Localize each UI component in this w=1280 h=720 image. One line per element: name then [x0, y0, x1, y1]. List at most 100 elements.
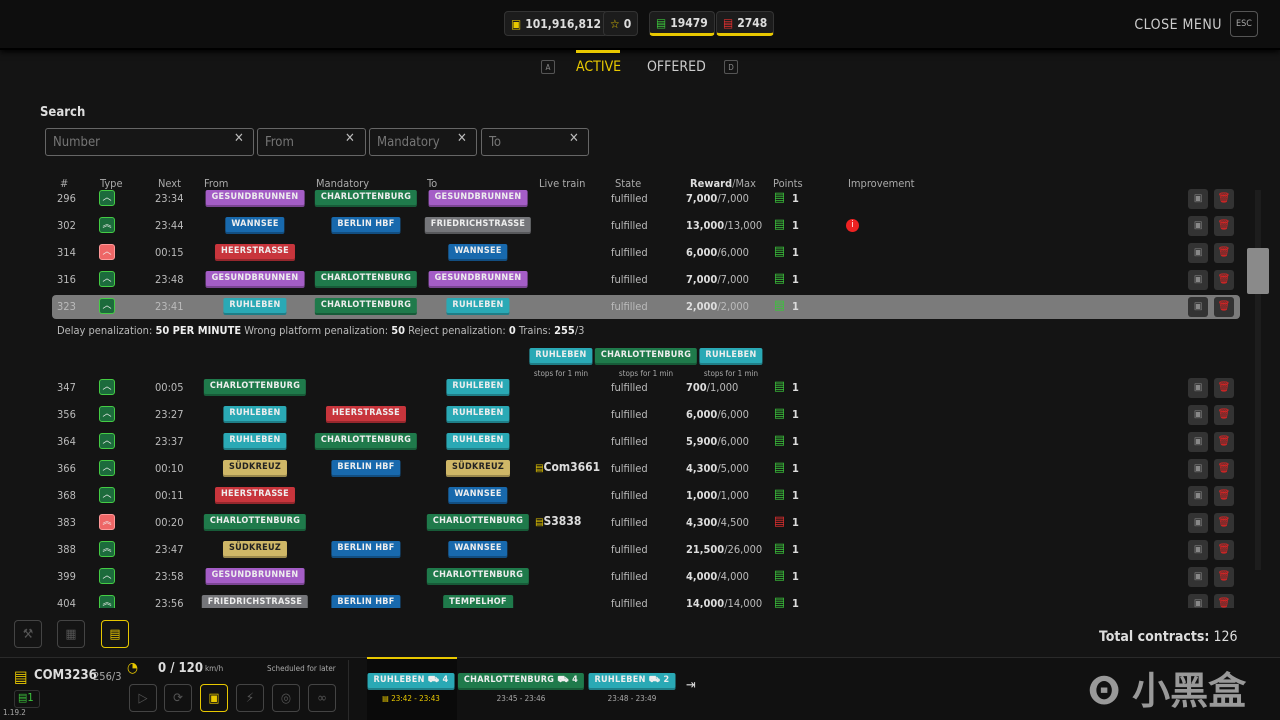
station-tag[interactable]: Charlottenburg — [314, 433, 418, 450]
contracts-book-icon[interactable]: ▤ — [101, 620, 129, 648]
calendar-icon[interactable]: ▣ — [1188, 378, 1208, 398]
calendar-icon[interactable]: ▣ — [1188, 243, 1208, 263]
station-tag[interactable]: Ruhleben — [446, 406, 510, 423]
station-tag[interactable]: Ruhleben — [223, 433, 287, 450]
calendar-icon[interactable]: ▣ — [1188, 216, 1208, 236]
station-tag[interactable]: Berlin HBF — [331, 460, 401, 477]
station-tag[interactable]: Südkreuz — [445, 460, 511, 477]
trash-icon[interactable]: 🗑 — [1214, 540, 1234, 560]
calendar-icon[interactable]: ▣ — [1188, 270, 1208, 290]
calendar-icon[interactable]: ▣ — [1188, 405, 1208, 425]
station-tag[interactable]: Heerstraße — [214, 487, 296, 504]
station-tag[interactable]: Südkreuz — [222, 460, 288, 477]
tab-offered[interactable]: OFFERED — [647, 59, 706, 75]
link-icon[interactable]: ∞ — [308, 684, 336, 712]
esc-key[interactable]: ESC — [1230, 11, 1258, 37]
trash-icon[interactable]: 🗑 — [1214, 432, 1234, 452]
clear-number-icon[interactable]: ✕ — [234, 131, 244, 146]
close-menu-button[interactable]: CLOSE MENU — [1134, 17, 1222, 33]
train-stop[interactable]: Ruhleben ⛟ 4 ▤ 23:42 - 23:43 — [367, 672, 455, 703]
calendar-icon[interactable]: ▣ — [1188, 297, 1208, 317]
contract-row[interactable]: 399 ︿ 23:58 Gesundbrunnen Charlottenburg … — [52, 565, 1240, 589]
trash-icon[interactable]: 🗑 — [1214, 486, 1234, 506]
live-train[interactable]: ▤S3838 — [535, 514, 581, 528]
green-trains-counter[interactable]: ▤ 19479 — [649, 11, 715, 36]
train-stop[interactable]: Charlottenburg ⛟ 4 23:45 - 23:46 — [457, 672, 585, 703]
calendar-icon[interactable]: ▣ — [1188, 567, 1208, 587]
calendar-icon[interactable]: ▣ — [1188, 432, 1208, 452]
station-tag[interactable]: Gesundbrunnen — [428, 190, 528, 207]
trash-icon[interactable]: 🗑 — [1214, 216, 1234, 236]
station-tag[interactable]: Gesundbrunnen — [428, 271, 528, 288]
trash-icon[interactable]: 🗑 — [1214, 270, 1234, 290]
station-tag[interactable]: Wannsee — [448, 541, 508, 558]
number-input[interactable] — [45, 128, 254, 156]
tab-active[interactable]: ACTIVE — [576, 59, 621, 75]
trash-icon[interactable]: 🗑 — [1214, 297, 1234, 317]
station-tag[interactable]: Südkreuz — [222, 541, 288, 558]
station-tag[interactable]: Charlottenburg — [314, 190, 418, 207]
station-tag[interactable]: Ruhleben — [529, 348, 593, 365]
station-tag[interactable]: Wannsee — [448, 244, 508, 261]
calendar-icon[interactable]: ▣ — [1188, 189, 1208, 209]
contract-row[interactable]: 364 ︿ 23:37 Ruhleben Charlottenburg Ruhleb… — [52, 430, 1240, 454]
station-tag[interactable]: Charlottenburg — [314, 298, 418, 315]
contract-row[interactable]: 296 ︿ 23:34 Gesundbrunnen Charlottenburg G… — [52, 187, 1240, 211]
scrollbar-thumb[interactable] — [1247, 248, 1269, 294]
station-tag[interactable]: Gesundbrunnen — [205, 271, 305, 288]
station-tag[interactable]: Berlin HBF — [331, 541, 401, 558]
contract-row[interactable]: 356 ︿ 23:27 Ruhleben Heerstraße Ruhleben f… — [52, 403, 1240, 427]
station-tag[interactable]: Wannsee — [448, 487, 508, 504]
contract-row[interactable]: 388 ︽ 23:47 Südkreuz Berlin HBF Wannsee fu… — [52, 538, 1240, 562]
construction-icon[interactable]: ⚒ — [14, 620, 42, 648]
chip-icon[interactable]: ▦ — [57, 620, 85, 648]
trash-icon[interactable]: 🗑 — [1214, 567, 1234, 587]
skip-to-end-icon[interactable]: ⇥ — [686, 678, 696, 693]
trash-icon[interactable]: 🗑 — [1214, 243, 1234, 263]
contract-row[interactable]: 368 ︿ 00:11 HeerstraßeWannsee fulfilled … — [52, 484, 1240, 508]
contract-row[interactable]: 366 ︿ 00:10 Südkreuz Berlin HBF Südkreuz ▤… — [52, 457, 1240, 481]
clear-mandatory-icon[interactable]: ✕ — [457, 131, 467, 146]
clear-from-icon[interactable]: ✕ — [345, 131, 355, 146]
trash-icon[interactable]: 🗑 — [1214, 459, 1234, 479]
station-tag[interactable]: Heerstraße — [325, 406, 407, 423]
station-tag[interactable]: Gesundbrunnen — [205, 190, 305, 207]
live-train[interactable]: ▤Com3661 — [535, 460, 600, 474]
station-tag[interactable]: Charlottenburg — [594, 348, 698, 365]
station-tag[interactable]: Ruhleben — [223, 406, 287, 423]
trash-icon[interactable]: 🗑 — [1214, 378, 1234, 398]
train-stop[interactable]: Ruhleben ⛟ 2 23:48 - 23:49 — [588, 672, 676, 703]
contract-row[interactable]: 383 ︽ 00:20 Charlottenburg Charlottenburg… — [52, 511, 1240, 535]
trash-icon[interactable]: 🗑 — [1214, 405, 1234, 425]
calendar-icon[interactable]: ▣ — [1188, 540, 1208, 560]
calendar-icon[interactable]: ▣ — [1188, 459, 1208, 479]
contract-row[interactable]: 314 ︿ 00:15 HeerstraßeWannsee fulfilled … — [52, 241, 1240, 265]
station-tag[interactable]: Ruhleben — [699, 348, 763, 365]
trash-icon[interactable]: 🗑 — [1214, 189, 1234, 209]
trash-icon[interactable]: 🗑 — [1214, 513, 1234, 533]
station-tag[interactable]: Berlin HBF — [331, 217, 401, 234]
station-tag[interactable]: Wannsee — [225, 217, 285, 234]
station-tag[interactable]: Charlottenburg — [426, 568, 530, 585]
station-tag[interactable]: Ruhleben — [446, 298, 510, 315]
contract-row[interactable]: 316 ︿ 23:48 Gesundbrunnen Charlottenburg G… — [52, 268, 1240, 292]
station-tag[interactable]: Gesundbrunnen — [205, 568, 305, 585]
schedule-icon[interactable]: ▣ — [200, 684, 228, 712]
calendar-icon[interactable]: ▣ — [1188, 486, 1208, 506]
improvement-info-icon[interactable]: i — [846, 219, 859, 232]
clear-to-icon[interactable]: ✕ — [569, 131, 579, 146]
contract-row[interactable]: 302 ︽ 23:44 Wannsee Berlin HBF Friedrichst… — [52, 214, 1240, 238]
calendar-icon[interactable]: ▣ — [1188, 513, 1208, 533]
red-trains-counter[interactable]: ▤ 2748 — [716, 11, 775, 36]
scrollbar-track[interactable] — [1255, 190, 1261, 570]
station-tag[interactable]: Friedrichstraße — [424, 217, 532, 234]
target-icon[interactable]: ◎ — [272, 684, 300, 712]
train-name[interactable]: COM3236 — [34, 668, 97, 683]
station-tag[interactable]: Ruhleben — [223, 298, 287, 315]
station-tag[interactable]: Heerstraße — [214, 244, 296, 261]
station-tag[interactable]: Ruhleben — [446, 379, 510, 396]
station-tag[interactable]: Ruhleben — [446, 433, 510, 450]
station-tag[interactable]: Charlottenburg — [203, 379, 307, 396]
station-tag[interactable]: Charlottenburg — [426, 514, 530, 531]
contract-row[interactable]: 347 ︿ 00:05 Charlottenburg Ruhleben fulfi… — [52, 376, 1240, 400]
